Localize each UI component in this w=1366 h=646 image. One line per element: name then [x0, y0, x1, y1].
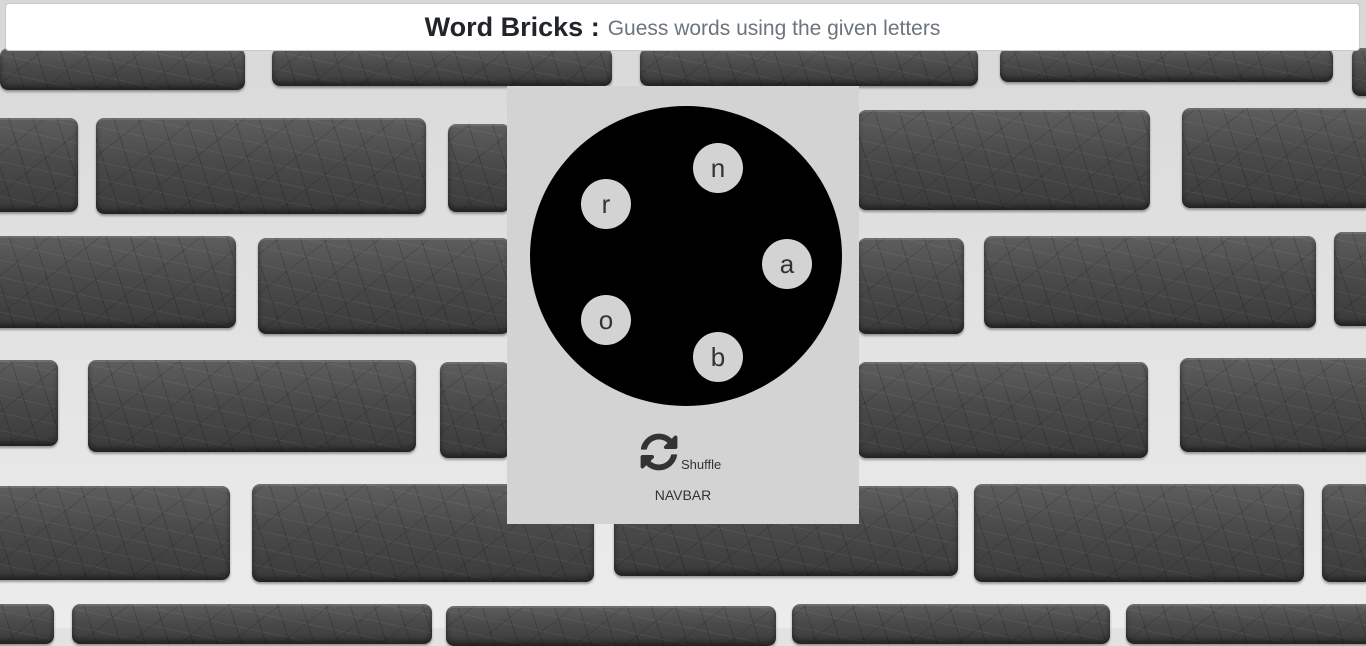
brick	[640, 48, 978, 86]
app-title: Word Bricks :	[424, 11, 600, 42]
brick	[858, 238, 964, 334]
brick	[258, 238, 510, 334]
brick	[1180, 358, 1366, 452]
brick	[974, 484, 1304, 582]
app-subtitle: Guess words using the given letters	[607, 17, 941, 40]
brick	[1182, 108, 1366, 208]
shuffle-label: Shuffle	[681, 457, 722, 472]
brick	[0, 604, 54, 644]
brick	[0, 48, 245, 90]
brick	[1000, 48, 1333, 82]
brick	[440, 362, 510, 458]
brick	[96, 118, 426, 214]
brick	[446, 606, 776, 646]
brick	[1126, 604, 1366, 644]
brick	[272, 48, 612, 86]
brick	[0, 486, 230, 580]
brick	[984, 236, 1316, 328]
letter-tile[interactable]: n	[693, 143, 743, 193]
brick	[858, 362, 1148, 458]
letter-tile[interactable]: b	[693, 332, 743, 382]
brick	[72, 604, 432, 644]
brick	[1334, 232, 1366, 326]
letter-tile[interactable]: a	[762, 239, 812, 289]
brick	[448, 124, 510, 212]
brick	[0, 118, 78, 212]
brick	[858, 110, 1150, 210]
refresh-icon	[640, 433, 678, 475]
brick	[0, 360, 58, 446]
brick	[1352, 48, 1366, 96]
letter-tile[interactable]: o	[581, 295, 631, 345]
letter-wheel: n a b o r	[530, 106, 842, 406]
game-panel: n a b o r Shuffle NAVBAR	[507, 86, 859, 524]
brick	[792, 604, 1110, 644]
letter-tile[interactable]: r	[581, 179, 631, 229]
app-header: Word Bricks : Guess words using the give…	[5, 3, 1360, 51]
brick	[0, 236, 236, 328]
navbar-label: NAVBAR	[654, 487, 712, 503]
brick	[88, 360, 416, 452]
brick	[1322, 484, 1366, 582]
shuffle-button[interactable]: Shuffle	[640, 433, 722, 475]
